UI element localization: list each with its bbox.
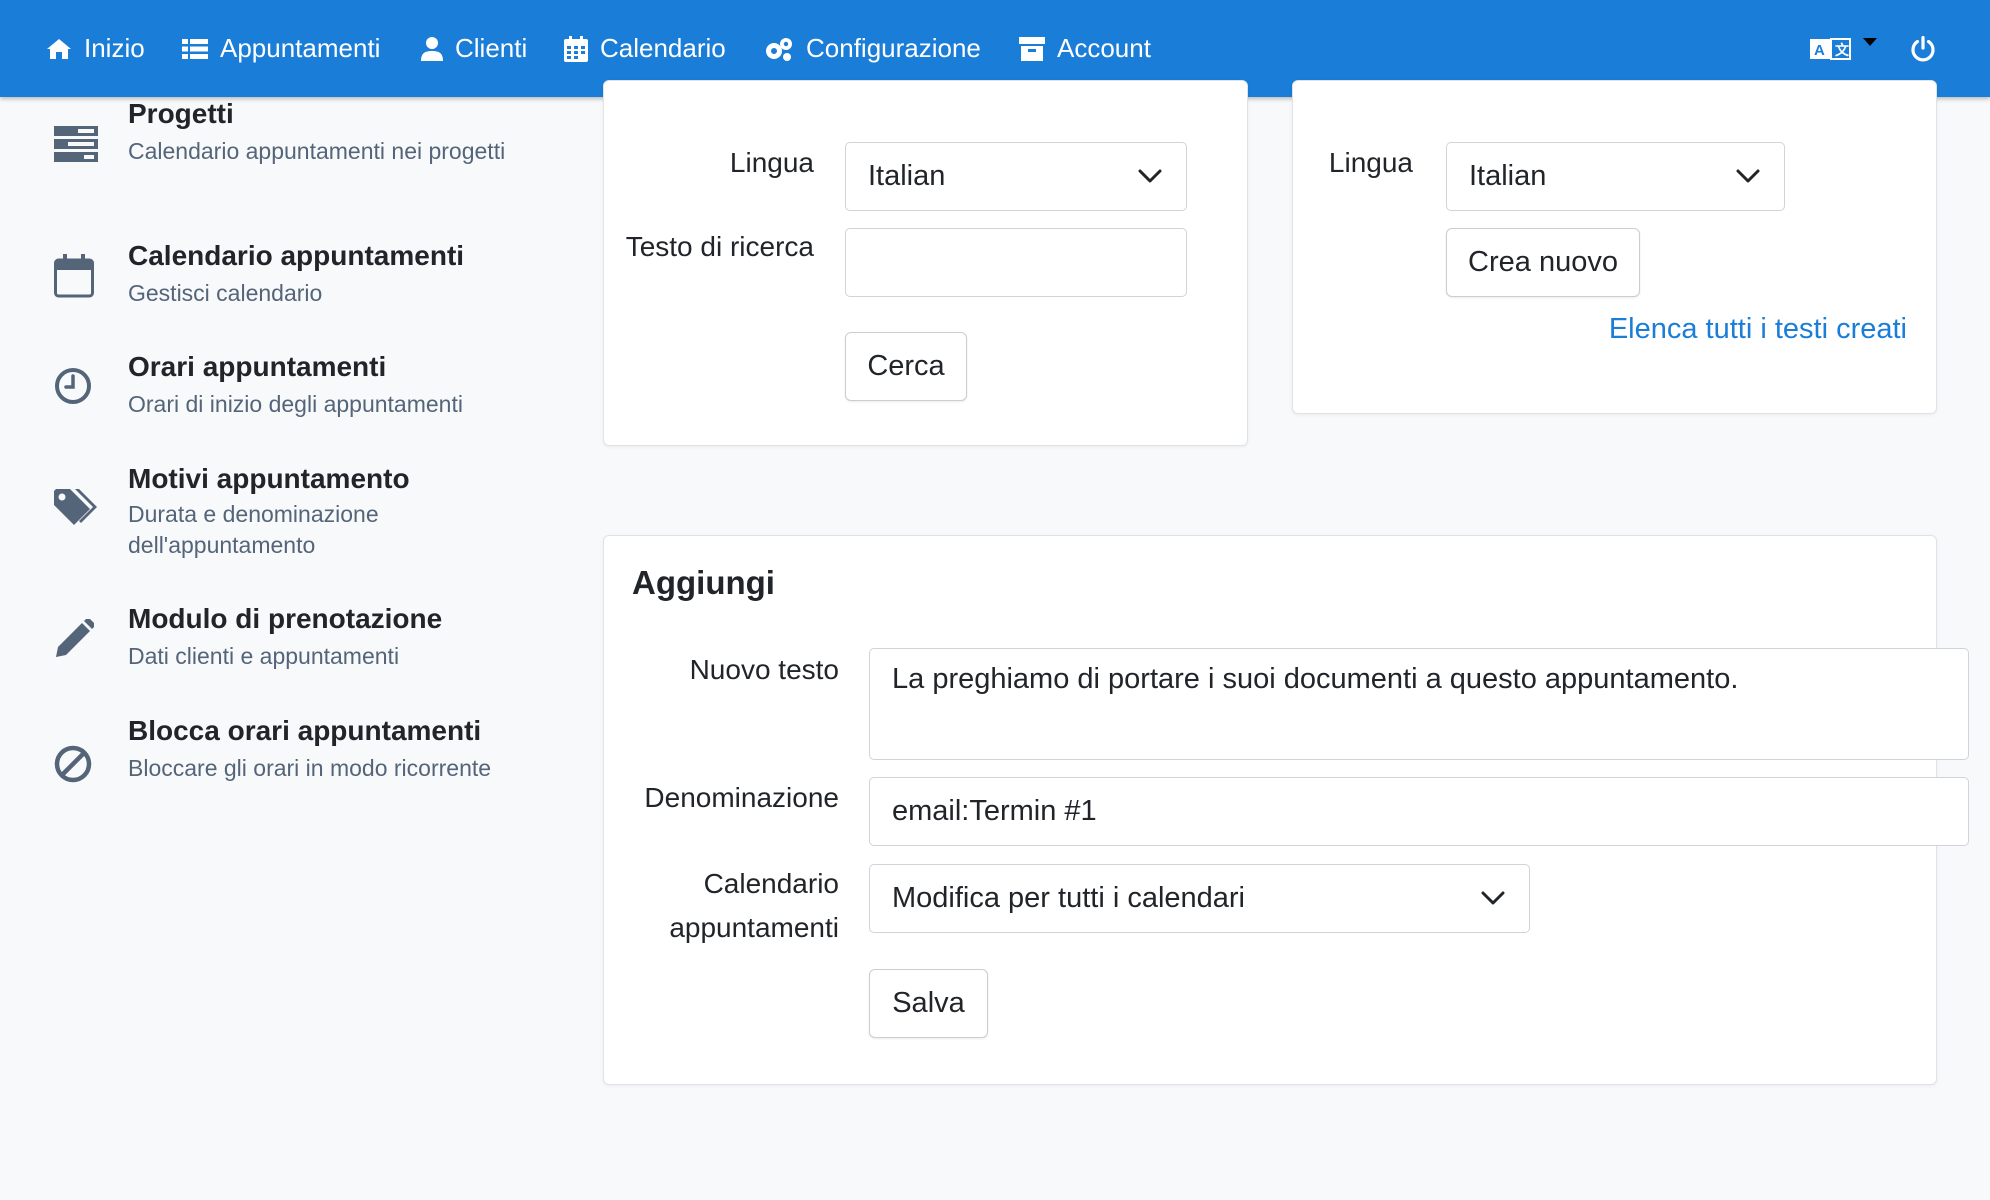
create-card: Lingua Italian Crea nuovo Elenca tutti i… bbox=[1292, 80, 1937, 414]
user-icon bbox=[421, 36, 443, 61]
sidebar-item-desc: Calendario appuntamenti nei progetti bbox=[128, 138, 506, 164]
svg-text:文: 文 bbox=[1835, 42, 1850, 58]
list-icon bbox=[182, 38, 208, 59]
name-label: Denominazione bbox=[644, 782, 839, 813]
sidebar-item-desc: Bloccare gli orari in modo ricorrente bbox=[128, 755, 492, 781]
sidebar-item-title: Motivi appuntamento bbox=[128, 463, 410, 494]
search-text-input[interactable] bbox=[845, 228, 1187, 297]
new-text-textarea[interactable]: La preghiamo di portare i suoi documenti… bbox=[869, 648, 1969, 760]
nav-item-clients[interactable]: Clienti bbox=[421, 0, 527, 97]
sidebar-item-title: Progetti bbox=[128, 98, 234, 129]
sidebar-item-desc: Gestisci calendario bbox=[128, 280, 323, 306]
svg-text:A: A bbox=[1814, 42, 1825, 59]
nav-label: Inizio bbox=[84, 33, 145, 63]
list-all-texts-link[interactable]: Elenca tutti i testi creati bbox=[1609, 313, 1907, 346]
add-card: Aggiungi Nuovo testo La preghiamo di por… bbox=[603, 535, 1969, 1085]
sidebar-item-desc: Orari di inizio degli appuntamenti bbox=[128, 391, 463, 417]
calendar-icon bbox=[564, 35, 588, 62]
sidebar-item-title: Orari appuntamenti bbox=[128, 351, 387, 382]
ban-icon bbox=[54, 745, 92, 788]
sidebar-item-title: Calendario appuntamenti bbox=[128, 240, 465, 271]
sidebar-item-desc: Dati clienti e appuntamenti bbox=[128, 643, 400, 669]
name-value: email:Termin #1 bbox=[892, 795, 1097, 827]
clock-icon bbox=[54, 367, 92, 410]
chevron-down-icon bbox=[1481, 891, 1505, 904]
nav-label: Account bbox=[1057, 33, 1151, 63]
search-card: Lingua Italian Testo di ricerca Cerca bbox=[603, 80, 1248, 446]
nav-label: Calendario bbox=[600, 33, 726, 63]
calendar-select-value: Modifica per tutti i calendari bbox=[892, 882, 1245, 914]
tags-icon bbox=[54, 489, 100, 532]
archive-icon bbox=[1019, 36, 1045, 61]
create-new-button[interactable]: Crea nuovo bbox=[1446, 228, 1640, 297]
nav-item-appointments[interactable]: Appuntamenti bbox=[182, 0, 380, 97]
caret-down-icon bbox=[1863, 37, 1877, 46]
language-select[interactable]: Italian bbox=[1446, 142, 1785, 211]
nav-item-home[interactable]: Inizio bbox=[46, 0, 145, 97]
new-text-value: La preghiamo di portare i suoi documenti… bbox=[892, 663, 1739, 695]
name-input[interactable]: email:Termin #1 bbox=[869, 777, 1969, 846]
add-card-title: Aggiungi bbox=[632, 564, 775, 601]
pencil-icon bbox=[54, 617, 96, 664]
search-button[interactable]: Cerca bbox=[845, 332, 967, 401]
projects-icon bbox=[54, 126, 98, 167]
power-icon bbox=[1911, 35, 1935, 61]
calendar-label: Calendario appuntamenti bbox=[669, 868, 839, 943]
sidebar-item-title: Blocca orari appuntamenti bbox=[128, 715, 482, 746]
chevron-down-icon bbox=[1736, 169, 1760, 182]
nav-label: Appuntamenti bbox=[220, 33, 381, 63]
calendar-icon bbox=[54, 254, 94, 303]
sidebar-item-title: Modulo di prenotazione bbox=[128, 603, 443, 634]
home-icon bbox=[47, 38, 71, 59]
cogs-icon bbox=[766, 37, 792, 61]
chevron-down-icon bbox=[1138, 169, 1162, 182]
sidebar-item-desc: Durata e denominazione dell'appuntamento bbox=[128, 501, 379, 558]
save-button[interactable]: Salva bbox=[869, 969, 988, 1038]
nav-label: Configurazione bbox=[806, 33, 981, 63]
language-label: Lingua bbox=[1328, 147, 1413, 178]
new-text-label: Nuovo testo bbox=[689, 654, 839, 685]
nav-label: Clienti bbox=[455, 33, 528, 63]
search-text-label: Testo di ricerca bbox=[625, 231, 814, 262]
language-select[interactable]: Italian bbox=[845, 142, 1187, 211]
language-select-value: Italian bbox=[1469, 160, 1547, 192]
language-icon: A文 bbox=[1810, 37, 1851, 60]
language-label: Lingua bbox=[729, 147, 814, 178]
calendar-select[interactable]: Modifica per tutti i calendari bbox=[869, 864, 1530, 933]
language-select-value: Italian bbox=[868, 160, 946, 192]
